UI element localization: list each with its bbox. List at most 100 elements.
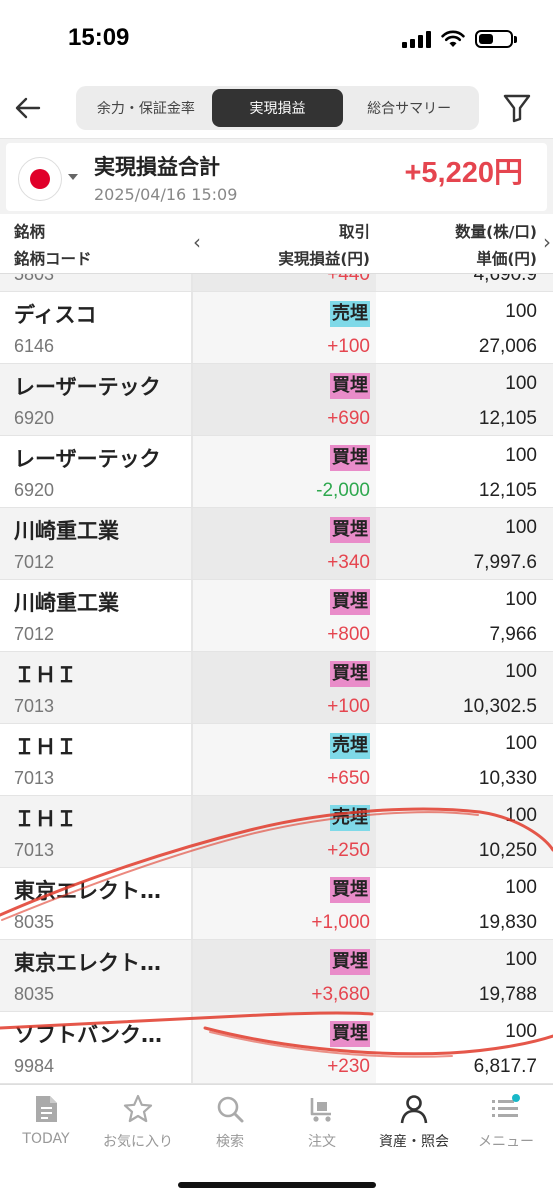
tab-label-favorites: お気に入り xyxy=(103,1134,173,1150)
table-row[interactable]: ＩＨＩ 7013 売埋 +250 100 10,250 xyxy=(0,796,553,868)
tab-today[interactable]: TODAY xyxy=(0,1093,92,1157)
tab-menu[interactable]: メニュー xyxy=(460,1093,552,1157)
tab-realized-pl[interactable]: 実現損益 xyxy=(211,89,344,127)
trade-type-badge: 買埋 xyxy=(330,877,370,903)
realized-pl: +230 xyxy=(327,1056,370,1077)
status-time: 15:09 xyxy=(68,24,130,51)
stock-name: 東京エレクト… xyxy=(14,879,161,903)
realized-pl: +1,000 xyxy=(311,912,370,933)
cart-icon xyxy=(306,1093,338,1125)
table-row[interactable]: 東京エレクト… 8035 買埋 +3,680 100 19,788 xyxy=(0,940,553,1012)
tab-label-today: TODAY xyxy=(22,1131,70,1147)
tab-label-menu: メニュー xyxy=(478,1134,534,1150)
scroll-left-icon[interactable]: ‹ xyxy=(193,230,201,254)
unit-price: 4,690.9 xyxy=(473,274,537,285)
stock-code: 7012 xyxy=(14,552,55,572)
table-row[interactable]: レーザーテック 6920 買埋 -2,000 100 12,105 xyxy=(0,436,553,508)
quantity: 100 xyxy=(505,373,537,394)
notification-dot xyxy=(512,1094,520,1102)
stock-name: レーザーテック xyxy=(14,375,161,399)
tab-margin[interactable]: 余力・保証金率 xyxy=(80,89,212,127)
chevron-down-icon[interactable] xyxy=(68,174,78,180)
column-header-name: 銘柄 xyxy=(14,223,46,241)
table-row[interactable]: ＩＨＩ 7013 買埋 +100 100 10,302.5 xyxy=(0,652,553,724)
column-divider xyxy=(191,724,193,795)
column-header-price: 単価(円) xyxy=(476,250,537,268)
column-header-trade: 取引 xyxy=(338,223,370,241)
quantity: 100 xyxy=(505,589,537,610)
search-icon xyxy=(214,1093,246,1125)
summary-card: 実現損益合計 2025/04/16 15:09 +5,220円 xyxy=(6,143,547,211)
tab-search[interactable]: 検索 xyxy=(184,1093,276,1157)
unit-price: 7,966 xyxy=(489,624,537,645)
tab-label-assets: 資産・照会 xyxy=(379,1134,449,1150)
table-row[interactable]: ディスコ 6146 売埋 +100 100 27,006 xyxy=(0,292,553,364)
status-icons xyxy=(402,30,517,48)
table-row[interactable]: ＩＨＩ 7013 売埋 +650 100 10,330 xyxy=(0,724,553,796)
trade-list[interactable]: 5803 +440 4,690.9 ディスコ 6146 売埋 +100 100 27,006 レー… xyxy=(0,274,553,1084)
back-button[interactable] xyxy=(12,90,44,126)
quantity: 100 xyxy=(505,445,537,466)
column-header-code: 銘柄コード xyxy=(14,250,92,268)
column-divider xyxy=(191,274,193,291)
stock-code: 7013 xyxy=(14,768,55,788)
table-row[interactable]: ソフトバンク… 9984 買埋 +230 100 6,817.7 xyxy=(0,1012,553,1084)
tab-favorites[interactable]: お気に入り xyxy=(92,1093,184,1157)
stock-code: 8035 xyxy=(14,984,55,1004)
column-divider xyxy=(191,1012,193,1083)
realized-pl: +100 xyxy=(327,336,370,357)
trade-type-badge: 売埋 xyxy=(330,733,370,759)
bottom-tab-bar: TODAY お気に入り 検索 注文 資産・照会 メニュー xyxy=(0,1084,553,1200)
tab-label-search: 検索 xyxy=(216,1134,244,1150)
trade-rows: 5803 +440 4,690.9 ディスコ 6146 売埋 +100 100 27,006 レー… xyxy=(0,274,553,1084)
battery-icon xyxy=(475,30,517,48)
stock-name: 川崎重工業 xyxy=(14,591,119,615)
home-indicator[interactable] xyxy=(178,1182,376,1188)
realized-pl: +800 xyxy=(327,624,370,645)
trade-type-badge: 買埋 xyxy=(330,661,370,687)
tab-assets[interactable]: 資産・照会 xyxy=(368,1093,460,1157)
tab-order[interactable]: 注文 xyxy=(276,1093,368,1157)
table-row[interactable]: 5803 +440 4,690.9 xyxy=(0,274,553,292)
unit-price: 12,105 xyxy=(478,480,537,501)
stock-name: ソフトバンク… xyxy=(14,1023,163,1047)
table-row[interactable]: 東京エレクト… 8035 買埋 +1,000 100 19,830 xyxy=(0,868,553,940)
realized-pl: +340 xyxy=(327,552,370,573)
scroll-right-icon[interactable]: › xyxy=(543,230,551,254)
summary-date: 2025/04/16 15:09 xyxy=(94,185,238,204)
trade-type-badge: 買埋 xyxy=(330,373,370,399)
stock-code: 7012 xyxy=(14,624,55,644)
quantity: 100 xyxy=(505,301,537,322)
stock-name: ＩＨＩ xyxy=(14,663,77,687)
realized-pl: +650 xyxy=(327,768,370,789)
stock-code: 8035 xyxy=(14,912,55,932)
realized-pl: +690 xyxy=(327,408,370,429)
stock-name: 川崎重工業 xyxy=(14,519,119,543)
table-row[interactable]: レーザーテック 6920 買埋 +690 100 12,105 xyxy=(0,364,553,436)
table-row[interactable]: 川崎重工業 7012 買埋 +800 100 7,966 xyxy=(0,580,553,652)
trade-type-badge: 買埋 xyxy=(330,589,370,615)
back-arrow-icon xyxy=(15,97,41,119)
table-row[interactable]: 川崎重工業 7012 買埋 +340 100 7,997.6 xyxy=(0,508,553,580)
filter-icon xyxy=(503,94,531,123)
column-divider xyxy=(191,292,193,363)
stock-code: 7013 xyxy=(14,696,55,716)
unit-price: 27,006 xyxy=(478,336,537,357)
summary-total-value: +5,220円 xyxy=(404,157,523,189)
cellular-signal-icon xyxy=(402,30,431,48)
status-bar: 15:09 xyxy=(0,0,553,80)
unit-price: 10,250 xyxy=(478,840,537,861)
tab-summary[interactable]: 総合サマリー xyxy=(343,89,475,127)
star-icon xyxy=(122,1093,154,1125)
segmented-tabs: 余力・保証金率 実現損益 総合サマリー xyxy=(76,86,479,130)
quantity: 100 xyxy=(505,949,537,970)
trade-type-badge: 買埋 xyxy=(330,445,370,471)
stock-code: 7013 xyxy=(14,840,55,860)
filter-button[interactable] xyxy=(501,90,533,126)
japan-flag-icon[interactable] xyxy=(18,157,62,201)
stock-code: 6146 xyxy=(14,336,55,356)
quantity: 100 xyxy=(505,1021,537,1042)
wifi-icon xyxy=(441,30,465,47)
stock-name: ＩＨＩ xyxy=(14,735,77,759)
trade-type-badge: 売埋 xyxy=(330,805,370,831)
